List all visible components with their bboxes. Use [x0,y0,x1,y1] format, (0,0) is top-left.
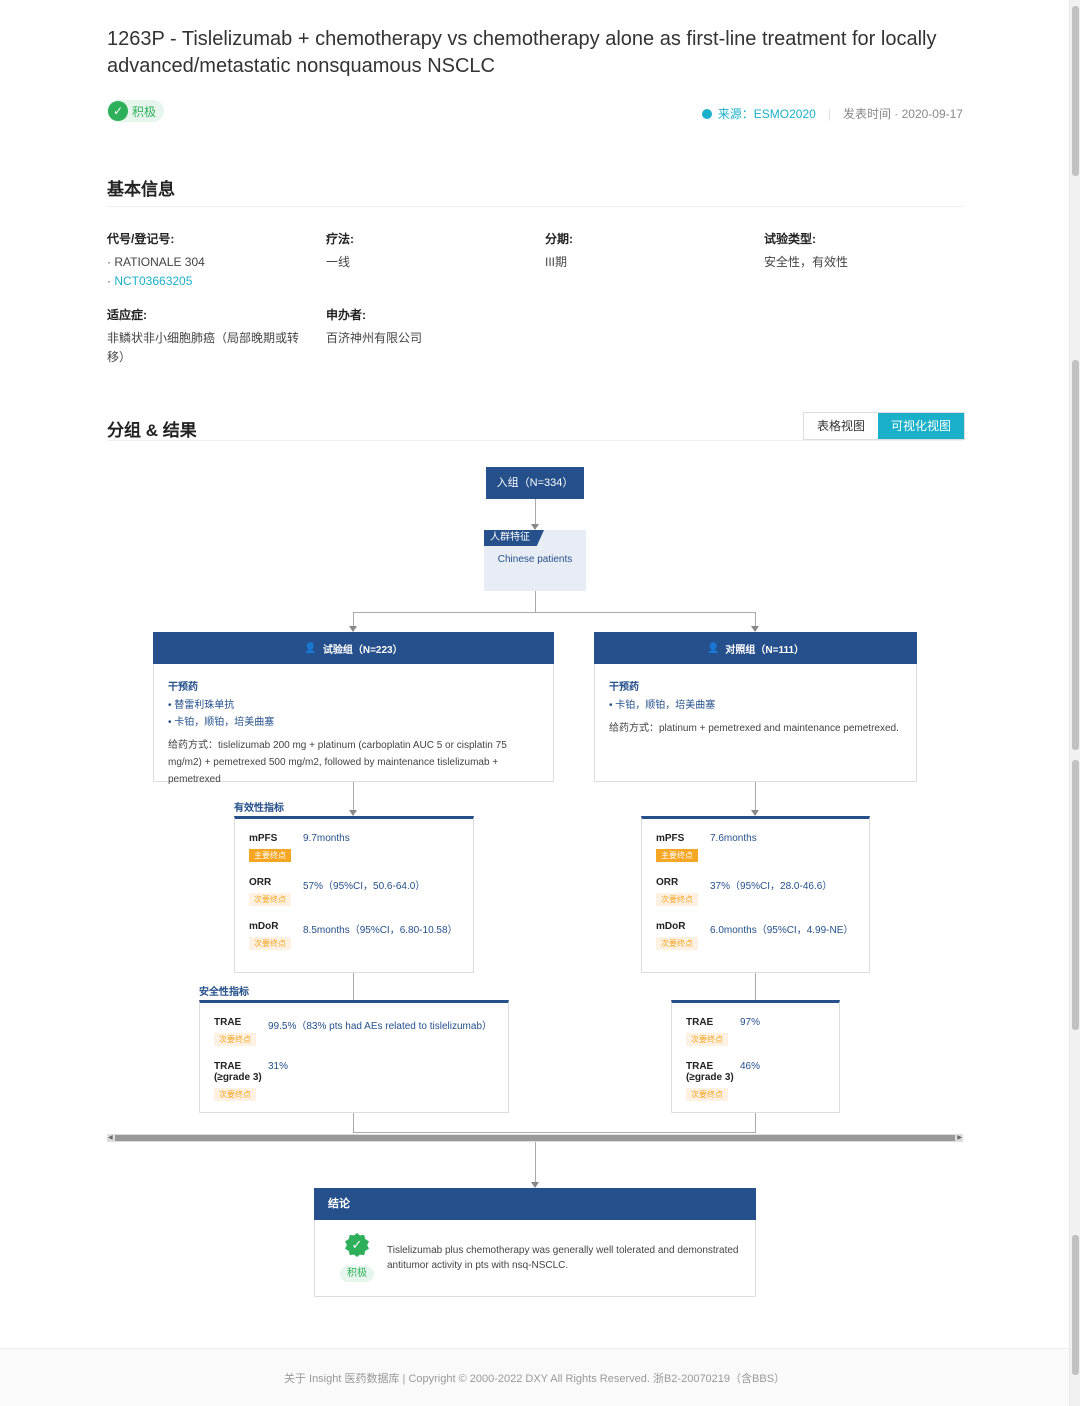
exp-arm-header: 👤 试验组（N=223） [153,632,554,664]
source-link[interactable]: 来源：ESMO2020 [718,105,816,122]
metric-row: ORR 次要终点 37%（95%CI，28.0-46.6） [656,877,855,907]
check-circle-icon [701,108,712,119]
safety-label: 安全性指标 [199,987,249,998]
ctrl-safety-box: TRAE 次要终点 97% TRAE (≥grade 3) 次要终点 46% [671,1000,840,1113]
ctrl-arm-card: 👤 对照组（N=111） 干预药 • 卡铂，顺铂，培美曲塞 给药方式：platin… [594,632,917,782]
efficacy-label: 有效性指标 [234,803,284,814]
info-indication: 适应症: 非鳞状非小细胞肺癌（局部晚期或转移） [107,308,300,364]
secondary-endpoint-badge: 次要终点 [249,893,291,906]
primary-endpoint-badge: 主要终点 [656,849,698,862]
metric-value: 7.6months [710,833,757,844]
metric-row: TRAE (≥grade 3) 次要终点 46% [686,1061,825,1102]
source-info: 来源：ESMO2020 | 发表时间 · 2020-09-17 [701,105,963,122]
metric-row: mDoR 次要终点 6.0months（95%CI，4.99-NE） [656,921,855,951]
drug-item[interactable]: • 卡铂，顺铂，培美曲塞 [168,714,539,731]
ctrl-arm-header: 👤 对照组（N=111） [594,632,917,664]
result-tag-label: 积极 [132,104,157,119]
metric-name: TRAE [214,1017,242,1028]
drug-item[interactable]: • 卡铂，顺铂，培美曲塞 [609,697,902,714]
view-toggle: 表格视图 可视化视图 [803,412,966,440]
metric-row: TRAE 次要终点 97% [686,1017,825,1047]
ctrl-efficacy-box: mPFS 主要终点 7.6months ORR 次要终点 37%（95%CI，28.0-4… [641,816,870,973]
user-icon: 👤 [706,642,720,654]
metric-name: mDoR [249,921,279,932]
vertical-scrollbar[interactable] [1069,0,1080,1406]
metric-name: TRAE [686,1017,714,1028]
metric-value: 9.7months [303,833,350,844]
metric-name: mPFS [249,833,278,844]
results-heading: 分组 & 结果 [107,421,197,440]
basic-info-heading: 基本信息 [107,180,175,199]
metric-row: mDoR 次要终点 8.5months（95%CI，6.80-10.58） [249,921,459,951]
shield-check-icon: ✓ [108,101,128,121]
primary-endpoint-badge: 主要终点 [249,849,291,862]
info-therapy: 疗法: 一线 [326,232,354,269]
metric-row: TRAE 次要终点 99.5%（83% pts had AEs related to… [214,1017,494,1047]
footer-text: 关于 Insight 医药数据库 | Copyright © 2000-2022… [283,1373,786,1385]
visual-view-button[interactable]: 可视化视图 [878,413,965,439]
metric-name: mPFS [656,833,685,844]
metric-name: ORR [656,877,679,888]
info-phase: 分期: III期 [545,232,573,269]
metric-name: ORR [249,877,272,888]
result-tag: ✓ 积极 [107,100,165,122]
metric-row: mPFS 主要终点 7.6months [656,833,855,863]
metric-value: 57%（95%CI，50.6-64.0） [303,881,426,892]
secondary-endpoint-badge: 次要终点 [249,937,291,950]
info-sponsor: 申办者: 百济神州有限公司 [326,308,423,345]
metric-row: ORR 次要终点 57%（95%CI，50.6-64.0） [249,877,459,907]
metric-name: TRAE (≥grade 3) [214,1061,262,1083]
conclusion-text: Tislelizumab plus chemotherapy was gener… [387,1245,739,1271]
info-code: 代号/登记号: · RATIONALE 304 · NCT03663205 [107,232,205,288]
scroll-right-icon[interactable]: ▶ [957,1134,962,1142]
secondary-endpoint-badge: 次要终点 [686,1088,728,1101]
conclusion-header: 结论 [314,1188,756,1220]
divider [107,440,963,441]
secondary-endpoint-badge: 次要终点 [656,893,698,906]
info-trial-type: 试验类型: 安全性，有效性 [764,232,849,269]
secondary-endpoint-badge: 次要终点 [656,937,698,950]
metric-value: 37%（95%CI，28.0-46.6） [710,881,833,892]
publish-time: 发表时间 · 2020-09-17 [842,107,963,121]
exp-arm-card: 👤 试验组（N=223） 干预药 • 替雷利珠单抗 • 卡铂，顺铂，培美曲塞 给药… [153,632,554,785]
population-tag: 人群特征 [484,530,544,546]
metric-value: 99.5%（83% pts had AEs related to tisleli… [268,1021,493,1032]
metric-value: 6.0months（95%CI，4.99-NE） [710,925,854,936]
metric-value: 97% [740,1017,761,1028]
page-title: 1263P - Tislelizumab + chemotherapy vs c… [107,28,937,77]
metric-name: TRAE (≥grade 3) [686,1061,734,1083]
nct-link[interactable]: NCT03663205 [114,274,192,288]
divider [107,206,963,207]
metric-value: 8.5months（95%CI，6.80-10.58） [303,925,458,936]
metric-row: mPFS 主要终点 9.7months [249,833,459,863]
exp-efficacy-box: mPFS 主要终点 9.7months ORR 次要终点 57%（95%CI，50.6-6… [234,816,474,973]
table-view-button[interactable]: 表格视图 [804,413,879,439]
exp-safety-box: TRAE 次要终点 99.5%（83% pts had AEs related to… [199,1000,509,1113]
user-icon: 👤 [304,642,317,654]
scroll-left-icon[interactable]: ◀ [108,1134,113,1142]
drug-item[interactable]: • 替雷利珠单抗 [168,697,539,714]
secondary-endpoint-badge: 次要终点 [686,1033,728,1046]
metric-name: mDoR [656,921,686,932]
metric-value: 31% [268,1061,289,1072]
secondary-endpoint-badge: 次要终点 [214,1088,256,1101]
secondary-endpoint-badge: 次要终点 [214,1033,256,1046]
metric-value: 46% [740,1061,761,1072]
metric-row: TRAE (≥grade 3) 次要终点 31% [214,1061,494,1102]
horizontal-scrollbar[interactable]: ◀ ▶ [107,1134,963,1142]
conclusion-tag: 积极 [340,1266,374,1282]
enroll-box: 入组（N=334） [486,467,584,499]
population-text: Chinese patients [497,554,573,565]
